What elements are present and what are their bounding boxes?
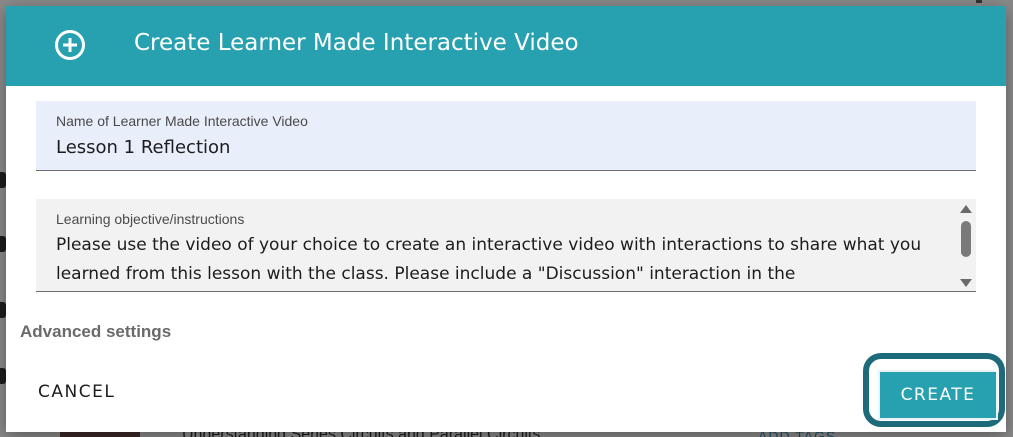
scroll-down-arrow-icon[interactable] — [960, 279, 972, 287]
create-button[interactable]: CREATE — [878, 370, 998, 420]
scrollbar-thumb[interactable] — [961, 221, 971, 257]
create-video-dialog: Create Learner Made Interactive Video Na… — [6, 6, 1006, 432]
plus-circle-icon — [55, 30, 85, 60]
video-name-input[interactable]: Lesson 1 Reflection — [56, 137, 230, 158]
dialog-title: Create Learner Made Interactive Video — [134, 30, 579, 56]
learning-objective-field[interactable]: Learning objective/instructions Please u… — [36, 199, 976, 292]
learning-objective-label: Learning objective/instructions — [56, 211, 245, 227]
advanced-settings-link[interactable]: Advanced settings — [20, 322, 171, 342]
dialog-header: Create Learner Made Interactive Video — [6, 6, 1006, 86]
video-name-field[interactable]: Name of Learner Made Interactive Video L… — [36, 101, 976, 171]
textarea-scrollbar[interactable] — [956, 199, 976, 291]
video-name-label: Name of Learner Made Interactive Video — [56, 113, 308, 129]
scroll-up-arrow-icon[interactable] — [960, 205, 972, 213]
cancel-button[interactable]: CANCEL — [28, 376, 125, 408]
learning-objective-textarea[interactable]: Please use the video of your choice to c… — [56, 231, 936, 289]
background-menu-icon — [976, 0, 982, 3]
